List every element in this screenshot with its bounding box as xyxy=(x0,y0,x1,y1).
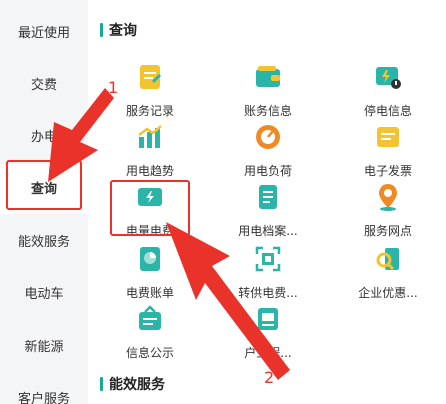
trend-chart-icon xyxy=(138,125,162,148)
section-accent-bar xyxy=(100,377,103,391)
qr-scan-icon xyxy=(255,246,281,272)
service-transfer-fee[interactable]: 转供电费... xyxy=(213,244,323,301)
service-account-info[interactable]: 账务信息 xyxy=(213,62,323,119)
sidebar-item-recent[interactable]: 最近使用 xyxy=(0,22,88,41)
service-load[interactable]: 用电负荷 xyxy=(213,122,323,179)
sidebar-item-new-energy[interactable]: 新能源 xyxy=(0,336,88,355)
section-accent-bar xyxy=(100,23,103,37)
service-bill[interactable]: 电费账单 xyxy=(95,244,205,301)
invoice-icon xyxy=(377,127,399,147)
sidebar-item-payment[interactable]: 交费 xyxy=(0,74,88,93)
service-usage-trend[interactable]: 用电趋势 xyxy=(95,122,205,179)
search-building-icon xyxy=(376,248,399,271)
annotation-box-electricity-fee xyxy=(110,180,190,236)
annotation-number-2: 2 xyxy=(264,368,275,387)
bill-icon xyxy=(140,247,160,271)
gauge-icon xyxy=(256,125,280,149)
notice-board-icon xyxy=(139,305,161,330)
service-project[interactable]: 户工程... xyxy=(213,304,323,361)
service-info-notice[interactable]: 信息公示 xyxy=(95,304,205,361)
service-outlets[interactable]: 服务网点 xyxy=(333,182,443,239)
location-pin-icon xyxy=(379,184,397,211)
service-e-invoice[interactable]: 电子发票 xyxy=(333,122,443,179)
sidebar-item-ev[interactable]: 电动车 xyxy=(0,283,88,302)
annotation-number-1: 1 xyxy=(108,78,119,97)
sidebar-item-customer-service[interactable]: 客户服务 xyxy=(0,388,88,404)
project-icon xyxy=(258,308,278,330)
service-usage-archive[interactable]: 用电档案... xyxy=(213,182,323,239)
service-enterprise-discount[interactable]: 企业优惠... xyxy=(333,244,443,301)
clipboard-icon xyxy=(140,65,161,89)
sidebar-item-apply[interactable]: 办电 xyxy=(0,126,88,145)
section-title-energy: 能效服务 xyxy=(100,374,165,394)
service-outage-info[interactable]: 停电信息 xyxy=(333,62,443,119)
sidebar-item-energy-service[interactable]: 能效服务 xyxy=(0,231,88,250)
document-icon xyxy=(259,185,277,209)
wallet-icon xyxy=(256,66,280,87)
annotation-box-query xyxy=(6,160,82,210)
section-title-query: 查询 xyxy=(100,20,137,40)
power-outage-icon xyxy=(376,67,401,89)
